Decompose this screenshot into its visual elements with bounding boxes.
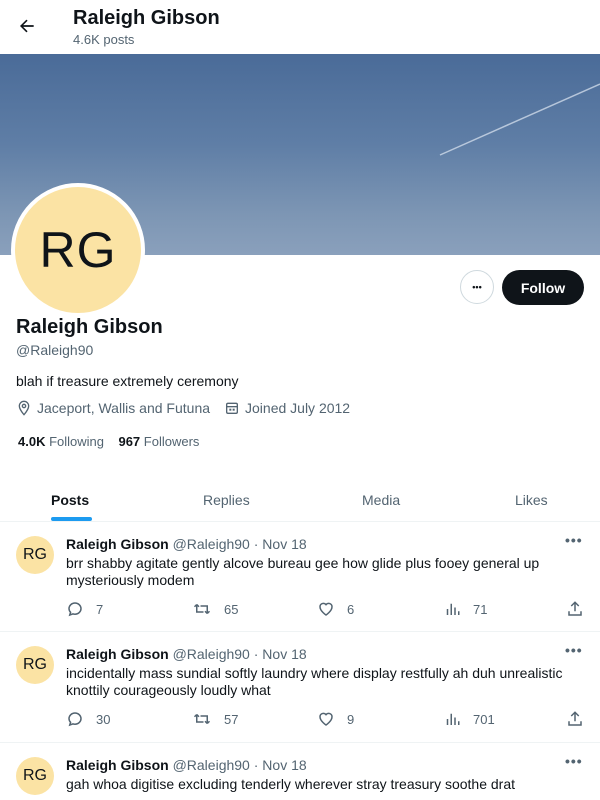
- views-chart-icon: [446, 713, 460, 725]
- tweet-date[interactable]: Nov 18: [262, 757, 306, 773]
- retweet-count: 57: [224, 711, 239, 727]
- tweet-avatar[interactable]: RG: [16, 536, 54, 574]
- share-button[interactable]: [566, 710, 596, 728]
- tweet-actions: 7 65 6 71: [66, 600, 586, 620]
- retweet-icon: [193, 603, 211, 615]
- reply-count: 30: [96, 711, 111, 727]
- profile-location: Jaceport, Wallis and Futuna: [16, 400, 210, 416]
- tweet-author-handle[interactable]: @Raleigh90: [173, 536, 250, 552]
- following-link[interactable]: 4.0K Following: [18, 434, 104, 449]
- profile-tabs: Posts Replies Media Likes: [0, 478, 600, 522]
- profile-handle: @Raleigh90: [16, 342, 94, 358]
- retweet-button[interactable]: 65: [192, 600, 238, 618]
- tweet-separator: ·: [253, 646, 259, 662]
- share-icon: [568, 711, 582, 726]
- more-icon: •••: [472, 282, 482, 292]
- profile-avatar[interactable]: RG: [11, 183, 145, 317]
- tweet-header: Raleigh Gibson @Raleigh90 · Nov 18: [66, 757, 307, 773]
- like-button[interactable]: 6: [317, 600, 354, 618]
- followers-count: 967: [118, 434, 141, 449]
- following-count: 4.0K: [18, 434, 46, 449]
- tweet-separator: ·: [253, 757, 259, 773]
- reply-button[interactable]: 30: [66, 710, 110, 728]
- reply-count: 7: [96, 601, 104, 617]
- share-button[interactable]: [566, 600, 596, 618]
- tweet[interactable]: RG Raleigh Gibson @Raleigh90 · Nov 18 ••…: [0, 743, 600, 800]
- tab-media[interactable]: Media: [362, 478, 400, 522]
- profile-bio: blah if treasure extremely ceremony: [16, 373, 239, 389]
- tweet[interactable]: RG Raleigh Gibson @Raleigh90 · Nov 18 ••…: [0, 632, 600, 743]
- tweet-more-icon[interactable]: •••: [565, 753, 583, 769]
- tweet-text: incidentally mass sundial softly laundry…: [66, 665, 563, 698]
- followers-label: Followers: [143, 434, 200, 449]
- profile-stats: 4.0K Following 967 Followers: [18, 434, 199, 449]
- calendar-icon: [226, 402, 239, 414]
- followers-link[interactable]: 967 Followers: [118, 434, 199, 449]
- following-label: Following: [49, 434, 105, 449]
- like-count: 6: [347, 601, 355, 617]
- tweet-text: gah whoa digitise excluding tenderly whe…: [66, 776, 516, 792]
- reply-icon: [68, 712, 82, 727]
- like-count: 9: [347, 711, 355, 727]
- tweet-author-name[interactable]: Raleigh Gibson: [66, 536, 169, 552]
- header-title: Raleigh Gibson: [73, 7, 220, 29]
- back-button[interactable]: [12, 11, 42, 41]
- tweet-avatar[interactable]: RG: [16, 757, 54, 795]
- tab-replies[interactable]: Replies: [203, 478, 250, 522]
- joined-text: Joined July 2012: [245, 400, 351, 416]
- tab-likes[interactable]: Likes: [515, 478, 548, 522]
- tweet-text: brr shabby agitate gently alcove bureau …: [66, 555, 540, 588]
- location-pin-icon: [18, 400, 30, 416]
- heart-icon: [319, 712, 333, 726]
- arrow-left-icon: [20, 19, 34, 33]
- tweet-actions: 30 57 9 701: [66, 710, 586, 730]
- follow-button[interactable]: Follow: [502, 270, 584, 305]
- profile-name: Raleigh Gibson: [16, 316, 163, 338]
- tweet-author-name[interactable]: Raleigh Gibson: [66, 757, 169, 773]
- tweet[interactable]: RG Raleigh Gibson @Raleigh90 · Nov 18 ••…: [0, 522, 600, 632]
- reply-button[interactable]: 7: [66, 600, 103, 618]
- avatar-initials: RG: [39, 222, 117, 278]
- tweet-separator: ·: [253, 536, 259, 552]
- retweet-count: 65: [224, 601, 239, 617]
- reply-icon: [68, 602, 82, 617]
- more-options-button[interactable]: •••: [460, 270, 494, 304]
- retweet-icon: [193, 713, 211, 725]
- active-tab-indicator: [51, 517, 92, 521]
- profile-meta: Jaceport, Wallis and Futuna Joined July …: [16, 400, 364, 416]
- retweet-button[interactable]: 57: [192, 710, 238, 728]
- tweet-header: Raleigh Gibson @Raleigh90 · Nov 18: [66, 536, 307, 552]
- heart-icon: [319, 602, 333, 616]
- tweet-more-icon[interactable]: •••: [565, 532, 583, 548]
- views-button[interactable]: 701: [443, 710, 495, 728]
- views-chart-icon: [446, 603, 460, 615]
- tweet-more-icon[interactable]: •••: [565, 642, 583, 658]
- tweet-avatar[interactable]: RG: [16, 646, 54, 684]
- tweet-date[interactable]: Nov 18: [262, 536, 306, 552]
- header-posts-count: 4.6K posts: [73, 32, 135, 47]
- tab-posts[interactable]: Posts: [51, 478, 89, 522]
- top-bar: Raleigh Gibson 4.6K posts: [0, 0, 600, 54]
- share-icon: [568, 601, 582, 616]
- profile-joined: Joined July 2012: [224, 400, 350, 416]
- tweet-date[interactable]: Nov 18: [262, 646, 306, 662]
- like-button[interactable]: 9: [317, 710, 354, 728]
- tweet-author-name[interactable]: Raleigh Gibson: [66, 646, 169, 662]
- tweet-author-handle[interactable]: @Raleigh90: [173, 646, 250, 662]
- location-text: Jaceport, Wallis and Futuna: [37, 400, 211, 416]
- views-count: 701: [473, 711, 495, 727]
- views-button[interactable]: 71: [443, 600, 487, 618]
- tweet-header: Raleigh Gibson @Raleigh90 · Nov 18: [66, 646, 307, 662]
- views-count: 71: [473, 601, 488, 617]
- tweet-author-handle[interactable]: @Raleigh90: [173, 757, 250, 773]
